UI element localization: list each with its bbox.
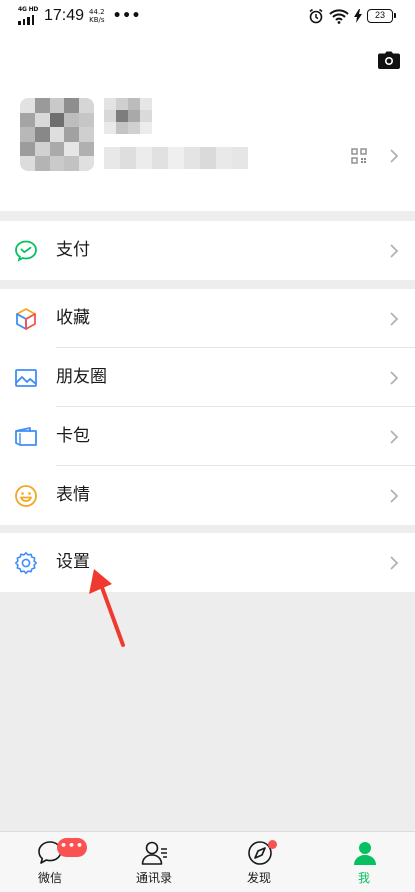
chevron-right-icon [390,489,399,503]
profile-header[interactable] [0,34,415,211]
nickname-redacted [104,98,152,134]
favorites-cube-icon [16,308,36,330]
gear-icon [15,552,37,574]
tab-discover[interactable]: 发现 [209,832,309,892]
tab-label: 我 [357,871,370,885]
smiley-icon [15,485,37,507]
chevron-right-icon [390,149,399,163]
menu-item-cards[interactable]: 卡包 [0,407,415,466]
annotation-arrow [89,569,125,647]
tab-me[interactable]: 我 [314,832,414,892]
charging-icon [354,9,362,23]
tab-label: 发现 [246,871,271,885]
menu-item-label: 表情 [56,485,90,505]
avatar[interactable] [20,98,94,171]
menu-item-moments[interactable]: 朋友圈 [0,348,415,407]
wallet-card-icon [15,427,37,446]
menu-item-label: 朋友圈 [56,367,107,387]
menu-item-pay[interactable]: 支付 [0,221,415,280]
contacts-icon [141,841,167,865]
wechat-id-redacted [104,147,248,169]
tab-label: 通讯录 [135,871,172,885]
camera-icon[interactable] [378,51,400,69]
wifi-icon [329,8,349,24]
menu-item-stickers[interactable]: 表情 [0,466,415,525]
tab-label: 微信 [37,871,62,885]
menu-item-settings[interactable]: 设置 [0,533,415,592]
chevron-right-icon [390,312,399,326]
wechat-pay-icon [15,240,37,262]
chevron-right-icon [390,244,399,258]
person-icon [354,842,376,865]
chevron-right-icon [390,430,399,444]
network-type: 4G HD [18,6,39,13]
status-bar: 4G HD 17:49 44.2 KB/s ••• 23 [0,0,415,34]
unread-badge: ••• [57,838,87,857]
menu-group-settings: 设置 [0,533,415,592]
chevron-right-icon [390,556,399,570]
menu-group-pay: 支付 [0,221,415,280]
tab-contacts[interactable]: 通讯录 [104,832,204,892]
bottom-tab-bar: ••• 微信 通讯录 发现 我 [0,831,415,892]
alarm-icon [309,8,323,24]
menu-item-label: 支付 [56,240,90,260]
moments-picture-icon [15,369,37,387]
menu-item-label: 收藏 [56,308,90,328]
menu-item-label: 卡包 [56,426,90,446]
more-notifications-icon: ••• [112,8,141,24]
tab-chats[interactable]: ••• 微信 [0,832,100,892]
network-speed: 44.2 KB/s [89,8,105,24]
cellular-signal-icon: 4G HD [18,6,40,25]
clock-time: 17:49 [44,7,85,24]
chevron-right-icon [390,371,399,385]
new-content-dot [268,840,277,849]
menu-item-favorites[interactable]: 收藏 [0,289,415,348]
battery-indicator: 23 [367,9,396,23]
qr-code-icon[interactable] [351,148,367,164]
menu-group-main: 收藏 朋友圈 卡包 表情 [0,289,415,525]
